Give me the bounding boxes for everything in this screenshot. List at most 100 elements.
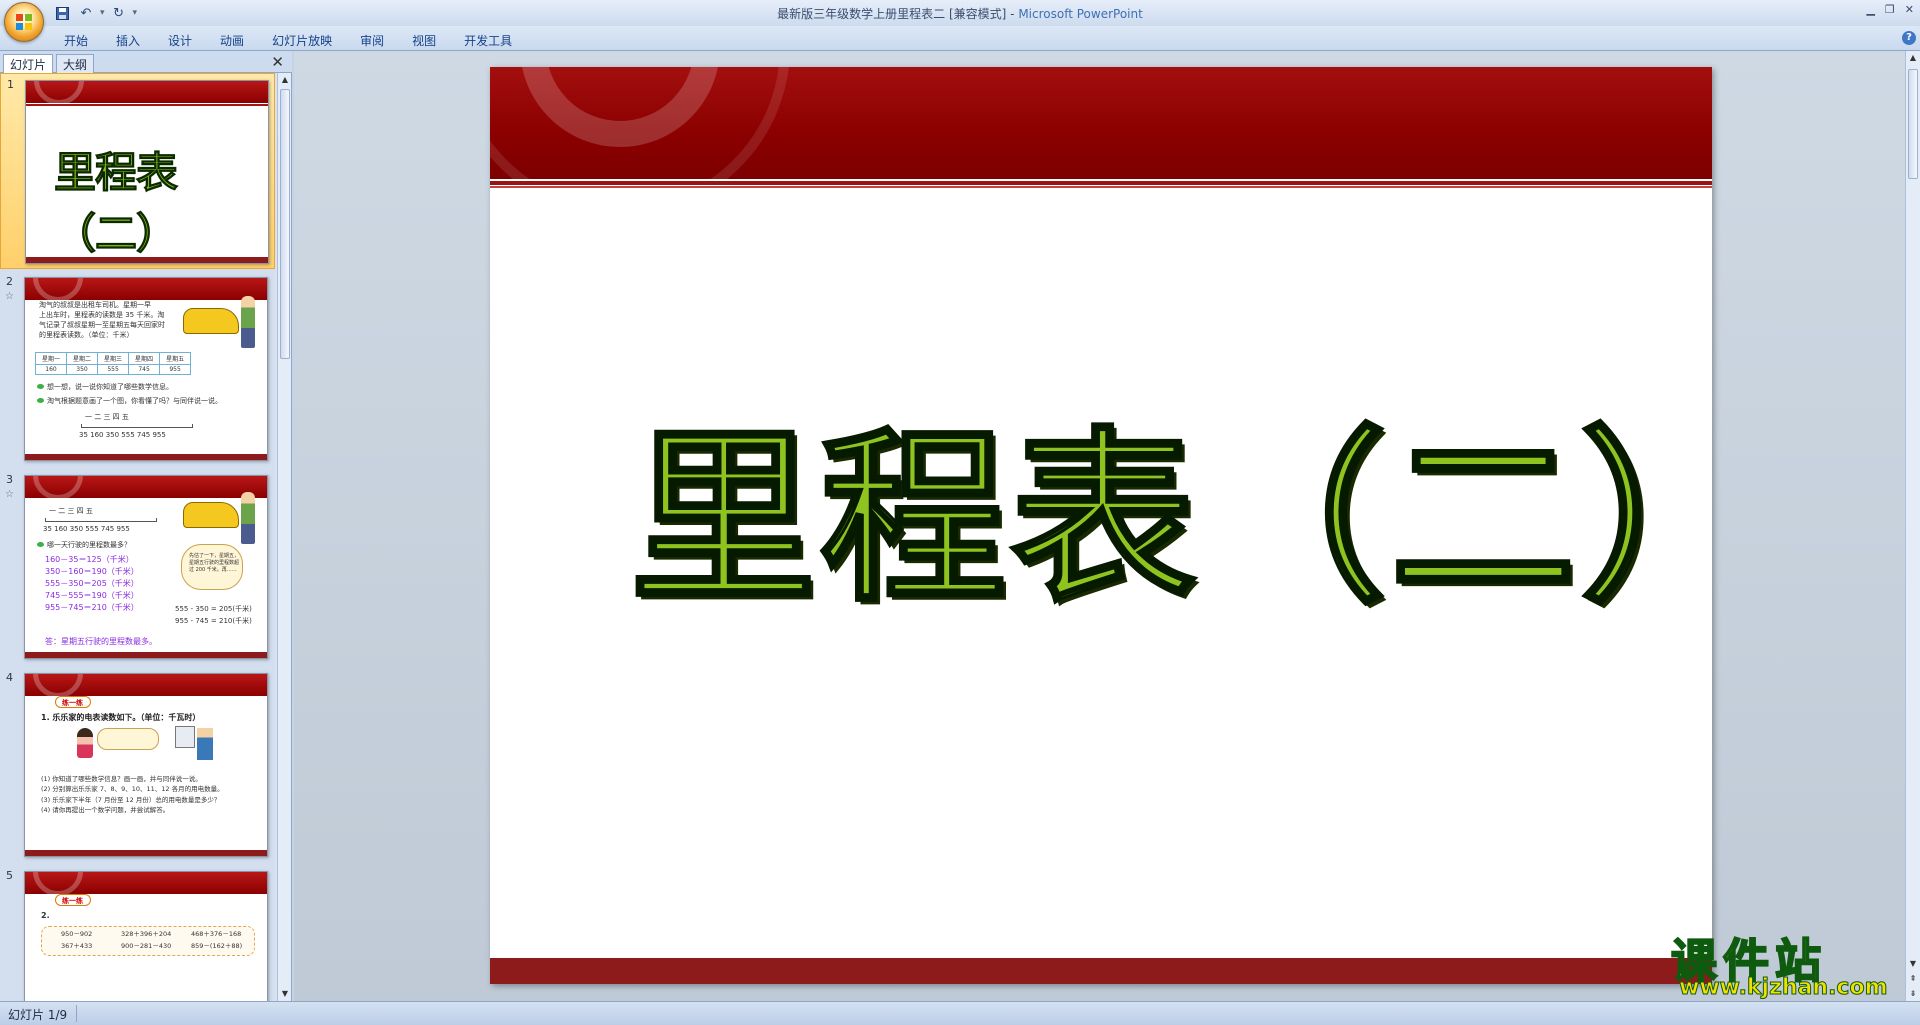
header-line (490, 186, 1712, 188)
scrollbar-thumb[interactable] (280, 89, 290, 359)
handwritten-calc: 955 - 745 = 210(千米) (175, 617, 252, 625)
slide-preview: 练一练 1. 乐乐家的电表读数如下。（单位：千瓦时） (1) 你知道了哪些数学信… (24, 673, 268, 857)
calc-item: 468＋376－168 (191, 930, 242, 938)
slide-counter: 幻灯片 1/9 (8, 1008, 68, 1022)
thumbnail-title: 里程表（二） (54, 148, 179, 259)
scrollbar-thumb[interactable] (1908, 69, 1918, 179)
tab-review[interactable]: 审阅 (346, 30, 398, 51)
slide-thumbnail-5[interactable]: 5 练一练 2. 950－902 328＋396＋204 468＋376－168… (0, 865, 275, 1001)
calc-line: 160－35＝125（千米） (45, 555, 134, 564)
minimize-icon[interactable]: ▁ (1866, 3, 1874, 16)
bullet-item: 淘气根据题意画了一个图，你看懂了吗？与同伴说一说。 (37, 396, 222, 406)
header-line (490, 181, 1712, 185)
practice-badge: 练一练 (55, 894, 91, 906)
driver-image (241, 492, 255, 544)
slide-number: 2 (6, 275, 13, 288)
table-cell: 星期一 (34, 352, 68, 365)
calc-item: 328＋396＋204 (121, 930, 172, 938)
calc-item: 900－281－430 (121, 942, 172, 950)
ribbon: 开始 插入 设计 动画 幻灯片放映 审阅 视图 开发工具 ? (0, 26, 1920, 51)
table-cell: 160 (34, 364, 68, 375)
calc-line: 555－350＝205（千米） (45, 579, 139, 588)
slide-title[interactable]: 里程表（二） (628, 367, 1712, 637)
panel-tabs: 幻灯片 大纲 ✕ (0, 51, 292, 73)
close-icon[interactable]: ✕ (1905, 3, 1914, 16)
calc-item: 950－902 (61, 930, 93, 938)
status-divider (76, 1005, 77, 1022)
scroll-up-icon[interactable]: ▲ (278, 73, 292, 87)
slide-preview: 淘气的叔叔是出租车司机。星期一早 上出车时，里程表的读数是 35 千米。淘 气记… (24, 277, 268, 461)
previous-slide-icon[interactable]: ⇞ (1906, 972, 1920, 986)
taxi-image (183, 502, 239, 528)
question-line: (2) 分别算出乐乐家 7、8、9、10、11、12 各月的用电数量。 (41, 785, 224, 794)
window-controls: ▁ ❐ ✕ (1866, 3, 1914, 16)
slide-thumbnail-2[interactable]: 2 ☆ 淘气的叔叔是出租车司机。星期一早 上出车时，里程表的读数是 35 千米。… (0, 271, 275, 467)
table-cell: 745 (128, 364, 161, 375)
tab-developer[interactable]: 开发工具 (450, 30, 526, 51)
text-line: 上出车时，里程表的读数是 35 千米。淘 (39, 311, 165, 320)
slide-number: 4 (6, 671, 13, 684)
title-bar: ↶ ▾ ↻ ▾ 最新版三年级数学上册里程表二 [兼容模式] - Microsof… (0, 0, 1920, 42)
tab-slideshow[interactable]: 幻灯片放映 (258, 30, 346, 51)
table-cell: 555 (97, 364, 130, 375)
number-line (81, 424, 193, 428)
restore-icon[interactable]: ❐ (1885, 3, 1895, 16)
watermark-url: www.kjzhan.com (1679, 975, 1889, 1001)
scroll-down-icon[interactable]: ▼ (1906, 957, 1920, 971)
slide-thumbnail-1[interactable]: 1 里程表（二） (0, 73, 275, 269)
calc-line: 955－745＝210（千米） (45, 603, 139, 612)
tab-home[interactable]: 开始 (50, 30, 102, 51)
table-cell: 星期三 (97, 352, 130, 365)
text-line: 的里程表读数。（单位：千米） (39, 331, 134, 340)
question-list: (1) 你知道了哪些数学信息？画一画，并与同伴说一说。 (2) 分别算出乐乐家 … (41, 774, 224, 816)
taxi-image (183, 308, 239, 334)
axis-days: 一 二 三 四 五 (85, 413, 129, 421)
ribbon-tabs: 开始 插入 设计 动画 幻灯片放映 审阅 视图 开发工具 (50, 30, 526, 51)
mileage-table: 星期一 星期二 星期三 星期四 星期五 160 350 555 745 955 (34, 352, 192, 375)
bullet-item: 哪一天行驶的里程数最多？ (37, 540, 131, 550)
scroll-down-icon[interactable]: ▼ (278, 987, 292, 1001)
slide-preview: 一 二 三 四 五 35 160 350 555 745 955 哪一天行驶的里… (24, 475, 268, 659)
calc-item: 367＋433 (61, 942, 93, 950)
bullet-icon (37, 384, 44, 389)
office-button[interactable] (4, 2, 44, 42)
table-cell: 955 (159, 364, 192, 375)
slide-thumbnail-3[interactable]: 3 ☆ 一 二 三 四 五 35 160 350 555 745 955 哪一天… (0, 469, 275, 665)
tab-view[interactable]: 视图 (398, 30, 450, 51)
calc-item: 859－(162＋88) (191, 942, 243, 950)
header-line (26, 104, 268, 106)
badge-text: 练一练 (62, 897, 83, 905)
scroll-up-icon[interactable]: ▲ (1906, 51, 1920, 65)
driver-image (241, 296, 255, 348)
current-slide[interactable]: 里程表（二） (490, 67, 1712, 984)
exercise-number: 2. (41, 911, 50, 920)
speech-bubble: 先估了一下，星期五，星期五行驶的里程数超过 200 千米。再…… (181, 544, 243, 590)
worker-image (197, 728, 213, 760)
tab-slides[interactable]: 幻灯片 (3, 54, 54, 73)
bullet-text: 淘气根据题意画了一个图，你看懂了吗？与同伴说一说。 (47, 397, 222, 405)
handwritten-calc: 555 - 350 = 205(千米) (175, 605, 252, 613)
meter-image (175, 726, 195, 748)
thumbnail-scrollbar[interactable]: ▲ ▼ (277, 73, 291, 1001)
problem-text: 淘气的叔叔是出租车司机。星期一早 上出车时，里程表的读数是 35 千米。淘 气记… (39, 300, 165, 341)
practice-badge: 练一练 (55, 696, 91, 708)
tab-design[interactable]: 设计 (154, 30, 206, 51)
table-cell: 350 (66, 364, 99, 375)
tab-outline[interactable]: 大纲 (56, 54, 95, 73)
axis-days: 一 二 三 四 五 (49, 507, 93, 515)
calculation-list: 160－35＝125（千米） 350－160＝190（千米） 555－350＝2… (45, 554, 139, 614)
slide-thumbnail-4[interactable]: 4 练一练 1. 乐乐家的电表读数如下。（单位：千瓦时） (1) 你知道了哪些数… (0, 667, 275, 863)
table-cell: 星期二 (66, 352, 99, 365)
next-slide-icon[interactable]: ⇟ (1906, 987, 1920, 1001)
slide-editing-area: 里程表（二） (294, 51, 1905, 1001)
close-panel-icon[interactable]: ✕ (271, 53, 284, 71)
question-line: (3) 乐乐家下半年（7 月份至 12 月份）总的用电数量是多少？ (41, 795, 221, 804)
tab-animations[interactable]: 动画 (206, 30, 258, 51)
table-row: 160 350 555 745 955 (34, 364, 192, 375)
bubble-text: 先估了一下，星期五，星期五行驶的里程数超过 200 千米。再…… (189, 553, 240, 573)
tab-insert[interactable]: 插入 (102, 30, 154, 51)
slides-panel: 幻灯片 大纲 ✕ 1 里程表（二） 2 ☆ 淘气的叔叔是出租车司机。星期一早 上… (0, 51, 292, 1001)
help-icon[interactable]: ? (1902, 31, 1916, 45)
answer-text: 答：星期五行驶的里程数最多。 (45, 637, 157, 646)
slide-scrollbar[interactable]: ▲ ▼ ⇞ ⇟ (1905, 51, 1920, 1001)
